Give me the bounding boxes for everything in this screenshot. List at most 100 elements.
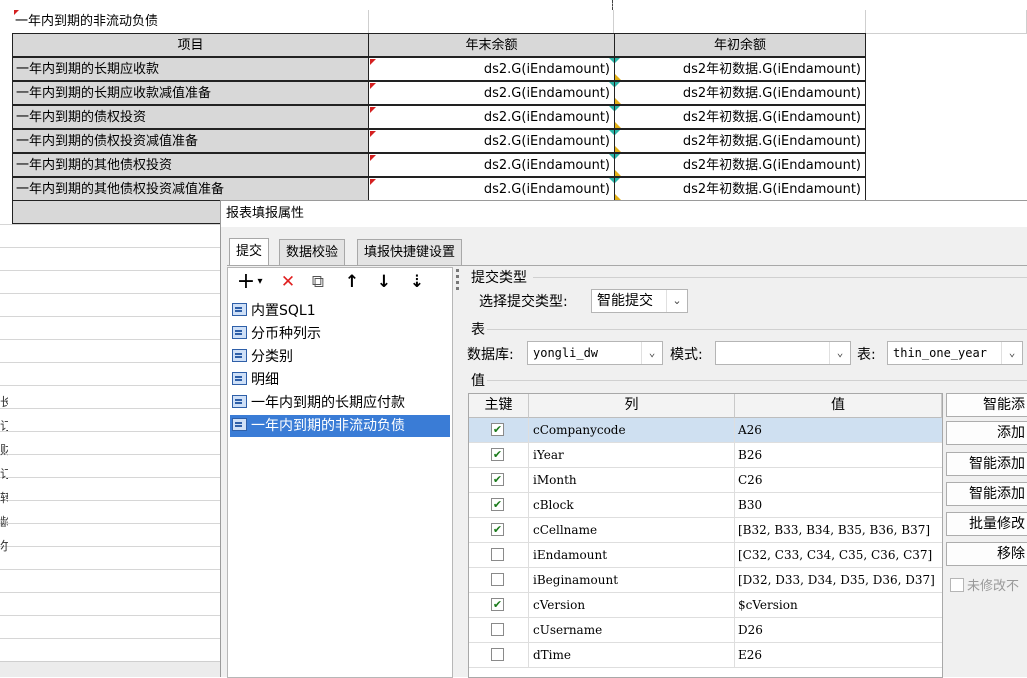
value-cell[interactable]: [B32, B33, B34, B35, B36, B37] <box>735 518 942 542</box>
begin-balance-cell[interactable]: ds2年初数据.G(iEndamount) <box>614 81 866 105</box>
value-cell[interactable]: [D32, D33, D34, D35, D36, D37] <box>735 568 942 592</box>
item-cell[interactable]: 一年内到期的其他债权投资 <box>12 153 369 177</box>
side-action-button[interactable]: 移除 <box>946 542 1027 566</box>
begin-balance-cell[interactable]: ds2年初数据.G(iEndamount) <box>614 57 866 81</box>
value-cell[interactable]: B26 <box>735 443 942 467</box>
database-select[interactable]: yongli_dw ⌄ <box>527 341 663 365</box>
panel-splitter[interactable] <box>455 267 461 678</box>
value-cell[interactable]: D26 <box>735 618 942 642</box>
table-row[interactable]: dTime E26 <box>469 643 942 668</box>
table-row[interactable]: iEndamount [C32, C33, C34, C35, C36, C37] <box>469 543 942 568</box>
item-cell[interactable]: 一年内到期的债权投资减值准备 <box>12 129 369 153</box>
item-cell[interactable]: 一年内到期的长期应收款 <box>12 57 369 81</box>
table-row[interactable]: ✔ cVersion $cVersion <box>469 593 942 618</box>
column-cell[interactable]: iEndamount <box>529 543 735 567</box>
tree-item[interactable]: 分币种列示 <box>230 323 450 345</box>
column-cell[interactable]: dTime <box>529 643 735 667</box>
value-cell[interactable]: [C32, C33, C34, C35, C36, C37] <box>735 543 942 567</box>
tab-data-validation[interactable]: 数据校验 <box>279 239 346 266</box>
empty-cell[interactable] <box>369 10 614 34</box>
tree-item[interactable]: 明细 <box>230 369 450 391</box>
schema-select[interactable]: ⌄ <box>715 341 851 365</box>
primary-key-checkbox[interactable] <box>491 648 504 661</box>
begin-balance-cell[interactable]: ds2年初数据.G(iEndamount) <box>614 105 866 129</box>
primary-key-checkbox[interactable] <box>491 548 504 561</box>
tab-shortcut-settings-label: 填报快捷键设置 <box>364 245 456 260</box>
header-end-balance-cell[interactable]: 年末余额 <box>368 33 615 57</box>
end-balance-cell[interactable]: ds2.G(iEndamount) <box>368 177 615 201</box>
primary-key-checkbox[interactable]: ✔ <box>491 523 504 536</box>
tree-item[interactable]: 一年内到期的长期应付款 <box>230 392 450 414</box>
tab-shortcut-settings[interactable]: 填报快捷键设置 <box>357 239 463 266</box>
end-balance-cell[interactable]: ds2.G(iEndamount) <box>368 81 615 105</box>
header-column[interactable]: 列 <box>529 394 735 418</box>
value-cell[interactable]: B30 <box>735 493 942 517</box>
submit-type-select[interactable]: 智能提交 ⌄ <box>591 289 688 313</box>
table-row[interactable]: ✔ cCellname [B32, B33, B34, B35, B36, B37] <box>469 518 942 543</box>
header-item-label: 项目 <box>177 38 204 53</box>
empty-cell[interactable] <box>614 10 866 34</box>
end-balance-cell[interactable]: ds2.G(iEndamount) <box>368 129 615 153</box>
primary-key-checkbox[interactable] <box>491 623 504 636</box>
end-balance-cell[interactable]: ds2.G(iEndamount) <box>368 153 615 177</box>
primary-key-checkbox[interactable]: ✔ <box>491 598 504 611</box>
move-up-icon[interactable]: ↑ <box>342 271 362 293</box>
begin-balance-cell[interactable]: ds2年初数据.G(iEndamount) <box>614 153 866 177</box>
column-cell[interactable]: iBeginamount <box>529 568 735 592</box>
value-cell[interactable]: $cVersion <box>735 593 942 617</box>
reorder-icon[interactable]: ⇣ <box>406 271 428 293</box>
end-balance-cell[interactable]: ds2.G(iEndamount) <box>368 105 615 129</box>
primary-key-checkbox[interactable]: ✔ <box>491 448 504 461</box>
tree-item[interactable]: 一年内到期的非流动负债 <box>230 415 450 437</box>
copy-icon[interactable]: ⧉ <box>308 271 328 293</box>
tree-item[interactable]: 分类别 <box>230 346 450 368</box>
primary-key-checkbox[interactable]: ✔ <box>491 498 504 511</box>
item-cell[interactable]: 一年内到期的长期应收款减值准备 <box>12 81 369 105</box>
side-action-button[interactable]: 智能添 <box>946 393 1027 417</box>
table-row[interactable]: ✔ cCompanycode A26 <box>469 418 942 443</box>
column-cell[interactable]: iYear <box>529 443 735 467</box>
column-cell[interactable]: cUsername <box>529 618 735 642</box>
section-title-cell[interactable]: 一年内到期的非流动负债 <box>12 10 369 34</box>
table-row[interactable]: iBeginamount [D32, D33, D34, D35, D36, D3… <box>469 568 942 593</box>
tree-item-label: 分币种列示 <box>251 326 321 342</box>
header-primary-key[interactable]: 主键 <box>469 394 529 418</box>
value-cell[interactable]: A26 <box>735 418 942 442</box>
column-cell[interactable]: cVersion <box>529 593 735 617</box>
value-cell[interactable]: E26 <box>735 643 942 667</box>
table-row[interactable]: cUsername D26 <box>469 618 942 643</box>
primary-key-checkbox[interactable]: ✔ <box>491 473 504 486</box>
header-value[interactable]: 值 <box>735 394 942 418</box>
header-begin-balance-cell[interactable]: 年初余额 <box>614 33 866 57</box>
side-action-button[interactable]: 智能添加 <box>946 452 1027 476</box>
table-select[interactable]: thin_one_year ⌄ <box>887 341 1023 365</box>
side-action-button[interactable]: 添加 <box>946 421 1027 445</box>
side-action-button[interactable]: 智能添加 <box>946 482 1027 506</box>
empty-cell[interactable] <box>866 10 1027 34</box>
delete-icon[interactable]: ✕ <box>278 271 298 293</box>
add-dropdown-icon[interactable]: ▾ <box>255 271 265 293</box>
add-icon[interactable]: + <box>236 271 256 293</box>
side-action-button[interactable]: 批量修改 <box>946 512 1027 536</box>
sheet-scrollbar[interactable] <box>0 661 220 677</box>
tree-item[interactable]: 内置SQL1 <box>230 300 450 322</box>
unmodified-checkbox[interactable]: 未修改不 <box>950 575 1019 594</box>
table-row[interactable]: ✔ iMonth C26 <box>469 468 942 493</box>
primary-key-checkbox[interactable]: ✔ <box>491 423 504 436</box>
item-cell[interactable]: 一年内到期的其他债权投资减值准备 <box>12 177 369 201</box>
table-row[interactable]: ✔ iYear B26 <box>469 443 942 468</box>
move-down-icon[interactable]: ↓ <box>374 271 394 293</box>
begin-balance-cell[interactable]: ds2年初数据.G(iEndamount) <box>614 129 866 153</box>
primary-key-checkbox[interactable] <box>491 573 504 586</box>
begin-balance-cell[interactable]: ds2年初数据.G(iEndamount) <box>614 177 866 201</box>
column-cell[interactable]: cBlock <box>529 493 735 517</box>
header-item-cell[interactable]: 项目 <box>12 33 369 57</box>
item-cell[interactable]: 一年内到期的债权投资 <box>12 105 369 129</box>
end-balance-cell[interactable]: ds2.G(iEndamount) <box>368 57 615 81</box>
column-cell[interactable]: iMonth <box>529 468 735 492</box>
column-cell[interactable]: cCompanycode <box>529 418 735 442</box>
table-row[interactable]: ✔ cBlock B30 <box>469 493 942 518</box>
value-cell[interactable]: C26 <box>735 468 942 492</box>
column-cell[interactable]: cCellname <box>529 518 735 542</box>
tab-submit[interactable]: 提交 <box>229 238 270 266</box>
